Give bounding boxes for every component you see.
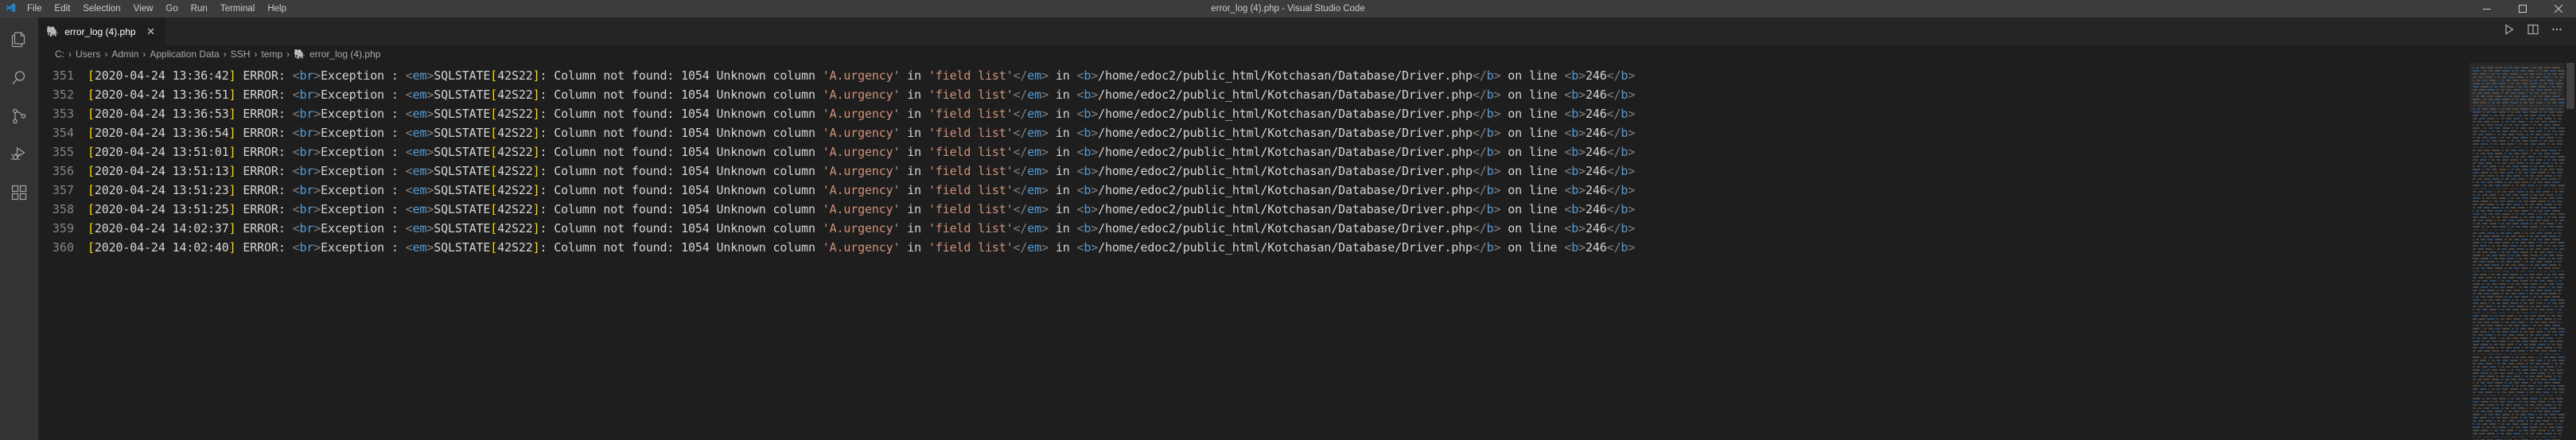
code-line[interactable]: [2020-04-24 14:02:37] ERROR: <br>Excepti… bbox=[88, 219, 2469, 238]
more-actions-button[interactable] bbox=[2546, 21, 2568, 43]
breadcrumb-item-drive[interactable]: C: bbox=[53, 49, 66, 60]
code-text-area[interactable]: [2020-04-24 13:36:42] ERROR: <br>Excepti… bbox=[88, 63, 2469, 440]
files-icon bbox=[10, 30, 29, 53]
sidebar-item-explorer[interactable] bbox=[0, 22, 38, 60]
menu-help[interactable]: Help bbox=[261, 0, 293, 18]
line-number: 353 bbox=[52, 107, 74, 121]
line-number: 357 bbox=[52, 183, 74, 197]
breadcrumb: C: › Users › Admin › Application Data › … bbox=[38, 45, 2576, 63]
menu-edit[interactable]: Edit bbox=[49, 0, 77, 18]
editor-scrollbar[interactable] bbox=[2565, 63, 2576, 440]
code-line[interactable]: [2020-04-24 13:36:42] ERROR: <br>Excepti… bbox=[88, 66, 2469, 85]
line-number: 359 bbox=[52, 221, 74, 236]
maximize-button[interactable] bbox=[2504, 0, 2540, 18]
sidebar-item-source-control[interactable] bbox=[0, 99, 38, 137]
extensions-icon bbox=[10, 183, 29, 206]
title-bar: File Edit Selection View Go Run Terminal… bbox=[0, 0, 2576, 18]
scrollbar-thumb[interactable] bbox=[2566, 63, 2574, 109]
chevron-right-icon: › bbox=[68, 49, 72, 60]
tab-close-icon[interactable]: ✕ bbox=[145, 25, 158, 38]
minimize-button[interactable] bbox=[2469, 0, 2504, 18]
chevron-right-icon: › bbox=[142, 49, 146, 60]
window-title: error_log (4).php - Visual Studio Code bbox=[1211, 4, 1365, 14]
chevron-right-icon: › bbox=[223, 49, 227, 60]
menu-selection[interactable]: Selection bbox=[76, 0, 126, 18]
line-number: 356 bbox=[52, 164, 74, 178]
sidebar-item-search[interactable] bbox=[0, 60, 38, 99]
code-line[interactable]: [2020-04-24 13:51:23] ERROR: <br>Excepti… bbox=[88, 181, 2469, 200]
menu-go[interactable]: Go bbox=[159, 0, 184, 18]
editor-group: 🐘 error_log (4).php ✕ C: › Users › Admin… bbox=[38, 18, 2576, 440]
code-line[interactable]: [2020-04-24 13:51:25] ERROR: <br>Excepti… bbox=[88, 200, 2469, 219]
code-line[interactable]: [2020-04-24 13:51:13] ERROR: <br>Excepti… bbox=[88, 162, 2469, 181]
line-number: 360 bbox=[52, 240, 74, 255]
breadcrumb-item-admin[interactable]: Admin bbox=[110, 49, 140, 60]
chevron-right-icon: › bbox=[286, 49, 290, 60]
minimap[interactable] bbox=[2469, 63, 2565, 440]
vscode-window: File Edit Selection View Go Run Terminal… bbox=[0, 0, 2576, 440]
breadcrumb-item-users[interactable]: Users bbox=[74, 49, 102, 60]
menu-terminal[interactable]: Terminal bbox=[214, 0, 261, 18]
vscode-logo-icon bbox=[0, 2, 21, 15]
menu-file[interactable]: File bbox=[21, 0, 49, 18]
code-line[interactable]: [2020-04-24 13:36:53] ERROR: <br>Excepti… bbox=[88, 104, 2469, 123]
source-control-icon bbox=[10, 107, 29, 130]
code-line[interactable]: [2020-04-24 13:51:01] ERROR: <br>Excepti… bbox=[88, 142, 2469, 162]
ellipsis-icon bbox=[2551, 23, 2563, 40]
editor-tab-bar: 🐘 error_log (4).php ✕ bbox=[38, 18, 2576, 45]
line-number: 354 bbox=[52, 126, 74, 140]
line-number: 358 bbox=[52, 202, 74, 216]
code-line[interactable]: [2020-04-24 14:02:40] ERROR: <br>Excepti… bbox=[88, 238, 2469, 257]
code-line[interactable]: [2020-04-24 13:36:51] ERROR: <br>Excepti… bbox=[88, 85, 2469, 104]
play-icon bbox=[2503, 23, 2516, 40]
sidebar-item-run-and-debug[interactable] bbox=[0, 137, 38, 175]
search-icon bbox=[10, 68, 29, 92]
php-elephant-icon: 🐘 bbox=[294, 49, 306, 60]
activity-bar bbox=[0, 18, 38, 440]
menu-bar: File Edit Selection View Go Run Terminal… bbox=[21, 0, 293, 18]
line-number-gutter: 351 352 353 354 355 356 357 358 359 360 bbox=[38, 63, 88, 440]
chevron-right-icon: › bbox=[254, 49, 258, 60]
run-and-debug-icon bbox=[10, 145, 29, 168]
breadcrumb-item-temp[interactable]: temp bbox=[259, 49, 284, 60]
run-code-button[interactable] bbox=[2498, 21, 2520, 43]
tab-label: error_log (4).php bbox=[64, 25, 136, 37]
menu-run[interactable]: Run bbox=[185, 0, 214, 18]
chevron-right-icon: › bbox=[104, 49, 108, 60]
php-elephant-icon: 🐘 bbox=[46, 25, 60, 37]
line-number: 352 bbox=[52, 88, 74, 102]
sidebar-item-extensions[interactable] bbox=[0, 175, 38, 213]
window-controls bbox=[2469, 0, 2576, 18]
menu-view[interactable]: View bbox=[127, 0, 160, 18]
breadcrumb-item-file[interactable]: 🐘 error_log (4).php bbox=[292, 49, 382, 60]
breadcrumb-item-application-data[interactable]: Application Data bbox=[148, 49, 220, 60]
editor-actions bbox=[2498, 18, 2576, 45]
code-line[interactable]: [2020-04-24 13:36:54] ERROR: <br>Excepti… bbox=[88, 123, 2469, 142]
split-editor-button[interactable] bbox=[2522, 21, 2544, 43]
line-number: 355 bbox=[52, 145, 74, 159]
close-button[interactable] bbox=[2540, 0, 2576, 18]
editor-content[interactable]: 351 352 353 354 355 356 357 358 359 360 [2020-04-… bbox=[38, 63, 2576, 440]
breadcrumb-item-ssh[interactable]: SSH bbox=[229, 49, 252, 60]
line-number: 351 bbox=[52, 68, 74, 83]
workbench-body: 🐘 error_log (4).php ✕ C: › Users › Admin… bbox=[0, 18, 2576, 440]
breadcrumb-file-label: error_log (4).php bbox=[309, 49, 381, 60]
tab-error-log-php[interactable]: 🐘 error_log (4).php ✕ bbox=[38, 18, 166, 45]
split-editor-icon bbox=[2527, 23, 2539, 40]
